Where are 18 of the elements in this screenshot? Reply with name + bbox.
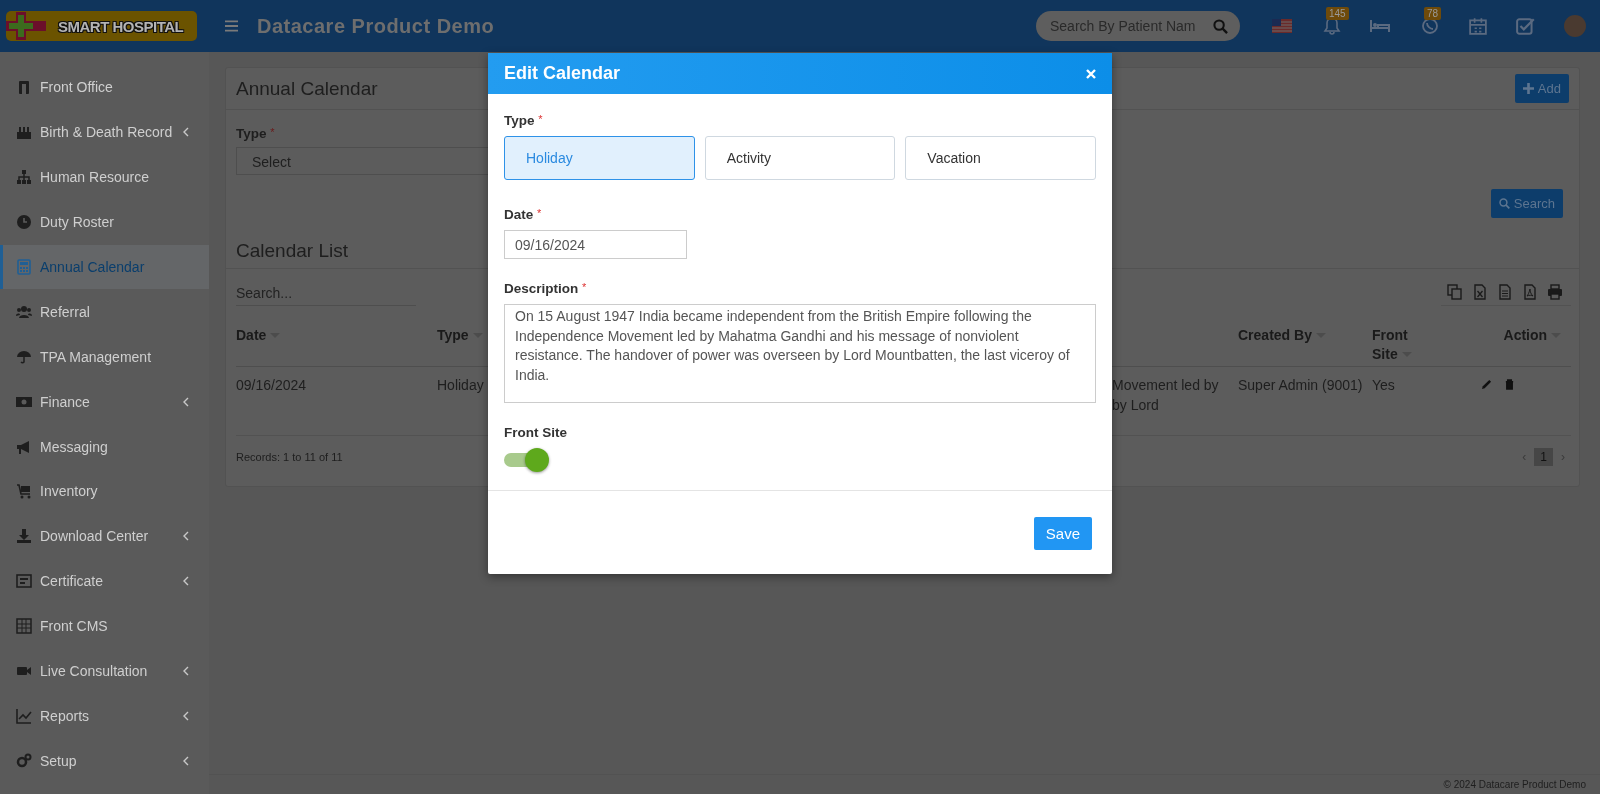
panel-title: Annual Calendar bbox=[236, 77, 378, 100]
field-label: Date * bbox=[504, 207, 543, 222]
dialog-title: Edit Calendar bbox=[504, 63, 621, 84]
field-label: Type * bbox=[504, 113, 544, 128]
table-cell-text: Holiday bbox=[437, 376, 484, 395]
logo-text: SMART HOSPITAL bbox=[58, 17, 184, 35]
list-title: Calendar List bbox=[236, 240, 348, 261]
field-label: Description * bbox=[504, 281, 588, 296]
app-title: Datacare Product Demo bbox=[257, 14, 495, 38]
records-count: Records: 1 to 11 of 11 bbox=[236, 451, 343, 463]
notification-count-badge: 145 bbox=[1326, 7, 1349, 20]
table-cell-text: Yes bbox=[1372, 376, 1395, 395]
table-cell-text: 09/16/2024 bbox=[236, 376, 307, 395]
table-cell-text: Super Admin (9001) bbox=[1238, 376, 1363, 395]
field-label: Front Site bbox=[504, 425, 568, 440]
message-count-badge: 78 bbox=[1424, 7, 1442, 20]
field-label: Type * bbox=[236, 126, 276, 141]
table-cell-text: Movement led by by Lord bbox=[1112, 376, 1219, 415]
